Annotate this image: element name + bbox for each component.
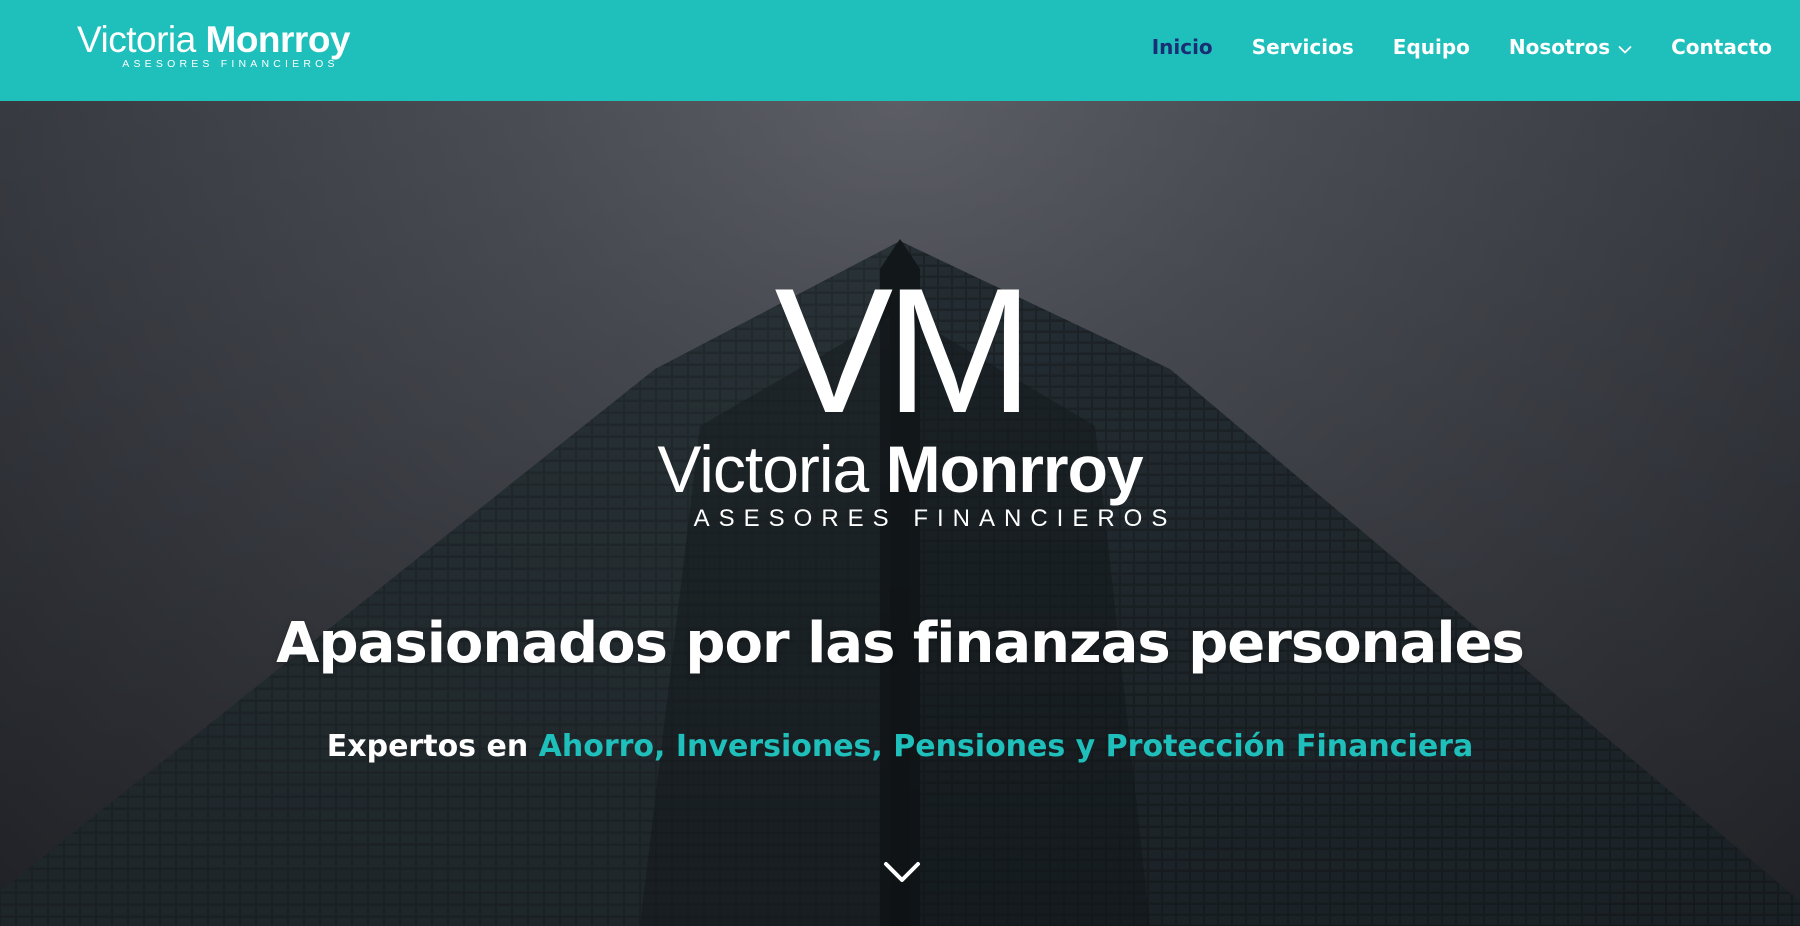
nav-item-label: Nosotros xyxy=(1508,34,1611,59)
nav-item-inicio[interactable]: Inicio xyxy=(1152,35,1213,59)
nav-item-equipo[interactable]: Equipo xyxy=(1393,35,1470,59)
brand-logo[interactable]: Victoria Monrroy ASESORES FINANCIEROS xyxy=(77,20,350,71)
brand-last-name: Monrroy xyxy=(205,19,351,60)
hero-monogram: VM xyxy=(774,251,1034,450)
hero-headline: Apasionados por las finanzas personales xyxy=(276,611,1525,676)
nav-item-label: Contacto xyxy=(1671,34,1772,59)
nav-item-servicios[interactable]: Servicios xyxy=(1252,35,1354,59)
hero-subline: Expertos en Ahorro, Inversiones, Pension… xyxy=(0,729,1800,764)
chevron-down-icon xyxy=(884,862,920,882)
nav-item-label: Servicios xyxy=(1251,34,1354,59)
chevron-down-icon xyxy=(1618,35,1632,59)
nav-item-nosotros[interactable]: Nosotros xyxy=(1509,35,1632,59)
hero-brand-name: Victoria Monrroy xyxy=(0,434,1800,504)
nav-item-label: Equipo xyxy=(1392,34,1470,59)
hero-subline-highlight: Ahorro, Inversiones, Pensiones y Protecc… xyxy=(538,729,1474,764)
scroll-down-button[interactable] xyxy=(882,858,922,888)
hero-subline-prefix: Expertos en xyxy=(326,729,529,764)
hero-first-name: Victoria xyxy=(657,432,869,506)
nav-item-label: Inicio xyxy=(1151,34,1213,59)
hero-section: VM Victoria Monrroy ASESORES FINANCIEROS… xyxy=(0,101,1800,926)
main-nav: Inicio Servicios Equipo Nosotros Contact… xyxy=(1113,0,1772,93)
brand-name: Victoria Monrroy xyxy=(77,20,350,60)
site-header: Victoria Monrroy ASESORES FINANCIEROS In… xyxy=(0,0,1800,101)
hero-tagline: ASESORES FINANCIEROS xyxy=(693,505,1177,532)
hero-last-name: Monrroy xyxy=(885,432,1144,506)
brand-first-name: Victoria xyxy=(77,19,196,60)
nav-item-contacto[interactable]: Contacto xyxy=(1671,35,1772,59)
